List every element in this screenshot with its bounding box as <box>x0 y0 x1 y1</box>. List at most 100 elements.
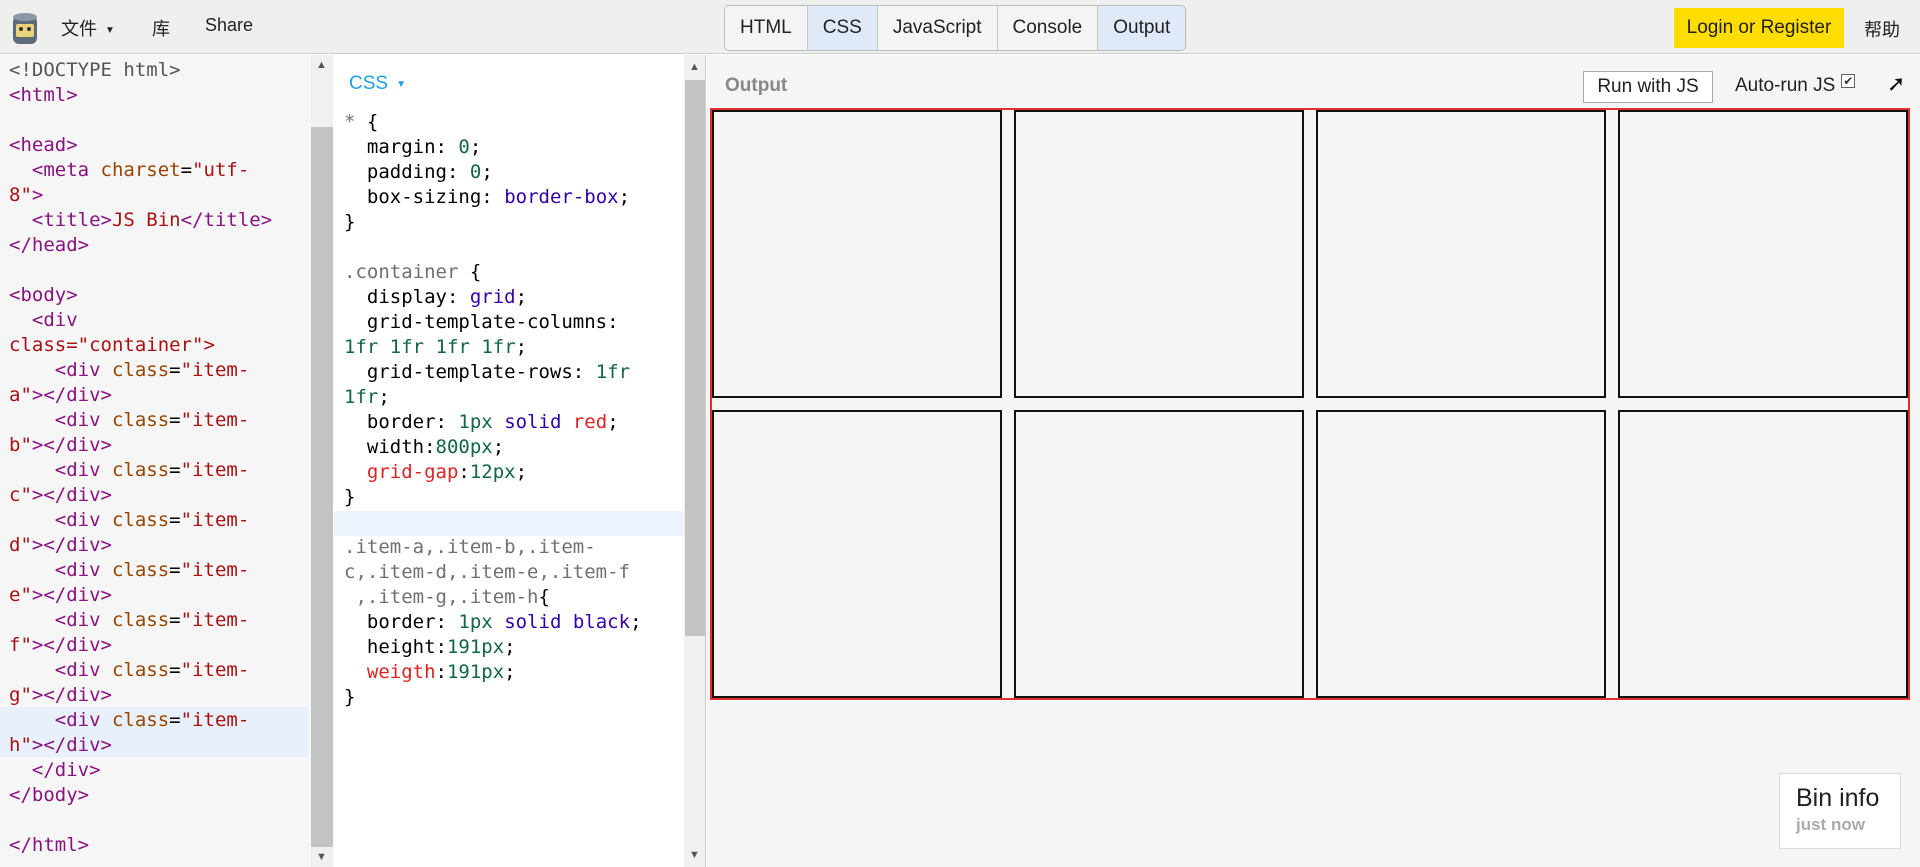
code-line: c"></div> <box>9 484 112 506</box>
code-line: grid-template-rows: 1fr <box>344 361 631 383</box>
code-line: box-sizing: border-box; <box>344 186 631 208</box>
code-line: grid-template-columns: <box>344 311 619 333</box>
output-pane: Output Run with JS Auto-run JS ✔ ➚ Bin i… <box>707 55 1920 867</box>
code-line: a"></div> <box>9 384 112 406</box>
code-line: * { <box>344 111 379 133</box>
grid-item-a <box>712 110 1002 398</box>
menu-file-label: 文件 <box>61 19 97 39</box>
run-with-js-button[interactable]: Run with JS <box>1583 71 1713 103</box>
code-line: <div class="item- <box>54 609 250 631</box>
tab-output[interactable]: Output <box>1098 6 1186 50</box>
code-line: <title>JS Bin</title> <box>31 209 273 231</box>
top-toolbar: 文件 ▼ 库 Share HTML CSS JavaScript Console … <box>0 0 1920 54</box>
html-editor[interactable]: <!DOCTYPE html> <html> <head> <meta chars… <box>0 55 314 867</box>
code-line: <div class="item- <box>54 459 250 481</box>
code-line: margin: 0; <box>344 136 482 158</box>
code-line: <meta charset="utf- <box>31 159 250 181</box>
bin-info-title: Bin info <box>1796 784 1880 812</box>
tab-javascript[interactable]: JavaScript <box>877 6 998 50</box>
code-line: h"></div> <box>9 734 112 756</box>
scroll-down-icon[interactable]: ▼ <box>689 849 700 861</box>
code-line: <div class="item- <box>54 509 250 531</box>
grid-item-b <box>1014 110 1304 398</box>
auto-run-js-label: Auto-run JS <box>1735 75 1836 96</box>
code-line: <div class="item- <box>54 359 250 381</box>
html-scrollbar-thumb[interactable] <box>311 127 333 847</box>
code-line: weigth:191px; <box>344 661 516 683</box>
code-line: b"></div> <box>9 434 112 456</box>
grid-item-g <box>1316 410 1606 698</box>
jsbin-logo-icon[interactable] <box>10 10 40 46</box>
code-line: } <box>344 211 356 233</box>
css-scrollbar-thumb[interactable] <box>685 80 705 636</box>
menu-library[interactable]: 库 <box>152 15 170 41</box>
code-line: </body> <box>9 784 90 806</box>
code-line: class="container"> <box>9 334 215 356</box>
code-line: <!DOCTYPE html> <box>9 59 181 81</box>
code-line: .container { <box>344 261 482 283</box>
help-link[interactable]: 帮助 <box>1864 16 1900 42</box>
scroll-down-icon[interactable]: ▼ <box>316 851 327 863</box>
code-line: <div class="item- <box>54 409 250 431</box>
auto-run-checkbox[interactable]: ✔ <box>1841 74 1856 88</box>
css-editor[interactable]: CSS ▼ * { margin: 0; padding: 0; box-sizi… <box>334 55 684 867</box>
code-line: </html> <box>9 834 90 856</box>
bin-info-time: just now <box>1796 815 1865 834</box>
code-line: } <box>344 486 356 508</box>
chevron-down-icon: ▼ <box>396 79 406 90</box>
code-line: 1fr 1fr 1fr 1fr; <box>344 336 528 358</box>
css-editor-scrollbar[interactable]: ▲ ▼ <box>684 55 706 867</box>
code-line: 8"> <box>9 184 44 206</box>
arrow-up-right-icon[interactable]: ➚ <box>1887 71 1905 97</box>
code-line: <head> <box>9 134 78 156</box>
login-register-button[interactable]: Login or Register <box>1674 8 1844 48</box>
scroll-up-icon[interactable]: ▲ <box>689 61 700 73</box>
code-line: <div class="item- <box>54 709 250 731</box>
code-line: height:191px; <box>344 636 516 658</box>
code-line: .item-a,.item-b,.item- <box>344 536 596 558</box>
code-line: grid-gap:12px; <box>344 461 528 483</box>
grid-container <box>710 108 1910 700</box>
code-line: display: grid; <box>344 286 528 308</box>
code-line: <div class="item- <box>54 559 250 581</box>
code-line: ,.item-g,.item-h{ <box>344 586 550 608</box>
code-line: <div <box>31 309 78 331</box>
tab-console[interactable]: Console <box>997 6 1099 50</box>
css-panel-label[interactable]: CSS ▼ <box>349 73 406 95</box>
css-code[interactable]: * { margin: 0; padding: 0; box-sizing: b… <box>344 110 642 710</box>
tab-css[interactable]: CSS <box>807 6 878 50</box>
code-line: g"></div> <box>9 684 112 706</box>
grid-item-e <box>712 410 1002 698</box>
code-line: <div class="item- <box>54 659 250 681</box>
output-label: Output <box>725 75 788 96</box>
scroll-up-icon[interactable]: ▲ <box>316 59 327 71</box>
grid-item-c <box>1316 110 1606 398</box>
code-line: c,.item-d,.item-e,.item-f <box>344 561 630 583</box>
code-line: e"></div> <box>9 584 112 606</box>
tab-html[interactable]: HTML <box>725 6 808 50</box>
code-line: <body> <box>9 284 78 306</box>
grid-item-f <box>1014 410 1304 698</box>
code-line: padding: 0; <box>344 161 493 183</box>
auto-run-js-toggle[interactable]: Auto-run JS ✔ <box>1735 74 1856 97</box>
code-line: f"></div> <box>9 634 112 656</box>
grid-item-d <box>1618 110 1908 398</box>
html-editor-scrollbar[interactable]: ▲ ▼ <box>311 55 333 867</box>
menu-file[interactable]: 文件 ▼ <box>61 15 115 41</box>
code-line: width:800px; <box>344 436 505 458</box>
code-line: } <box>344 686 356 708</box>
code-line: </head> <box>9 234 90 256</box>
code-line: border: 1px solid red; <box>344 411 619 433</box>
html-code[interactable]: <!DOCTYPE html> <html> <head> <meta chars… <box>9 58 272 858</box>
grid-item-h <box>1618 410 1908 698</box>
code-line: <html> <box>9 84 78 106</box>
css-label-text: CSS <box>349 73 389 94</box>
code-line: 1fr; <box>344 386 390 408</box>
menu-share[interactable]: Share <box>205 15 253 36</box>
code-line: d"></div> <box>9 534 112 556</box>
bin-info-panel[interactable]: Bin info just now <box>1779 773 1901 849</box>
